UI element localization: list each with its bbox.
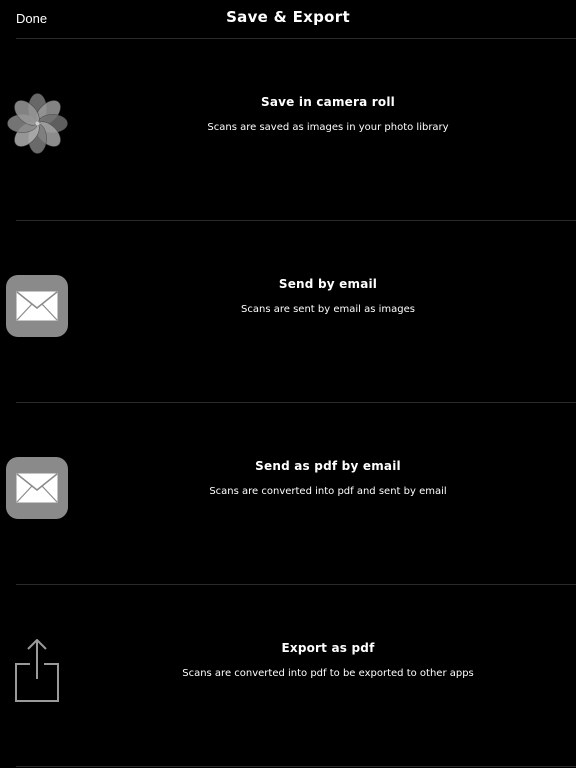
row-title: Send as pdf by email [255, 459, 401, 473]
row-title: Export as pdf [281, 641, 375, 655]
export-pdf-row[interactable]: Export as pdf Scans are converted into p… [0, 585, 576, 766]
row-title: Save in camera roll [261, 95, 395, 109]
send-pdf-email-row[interactable]: Send as pdf by email Scans are converted… [0, 403, 576, 584]
photos-flower-icon [6, 92, 69, 155]
row-subtitle: Scans are converted into pdf and sent by… [209, 486, 447, 497]
page-title: Save & Export [226, 8, 350, 26]
send-email-row[interactable]: Send by email Scans are sent by email as… [0, 221, 576, 402]
mail-icon [6, 275, 69, 338]
share-icon [6, 638, 69, 702]
save-camera-roll-row[interactable]: Save in camera roll Scans are saved as i… [0, 39, 576, 220]
save-export-screen: Done Save & Export Save in camera roll S… [0, 0, 576, 768]
row-subtitle: Scans are converted into pdf to be expor… [182, 668, 474, 679]
navigation-bar: Done Save & Export [0, 0, 576, 38]
row-subtitle: Scans are saved as images in your photo … [207, 122, 449, 133]
divider [16, 766, 576, 767]
mail-icon [6, 457, 69, 520]
row-title: Send by email [278, 277, 378, 291]
row-subtitle: Scans are sent by email as images [241, 304, 415, 315]
